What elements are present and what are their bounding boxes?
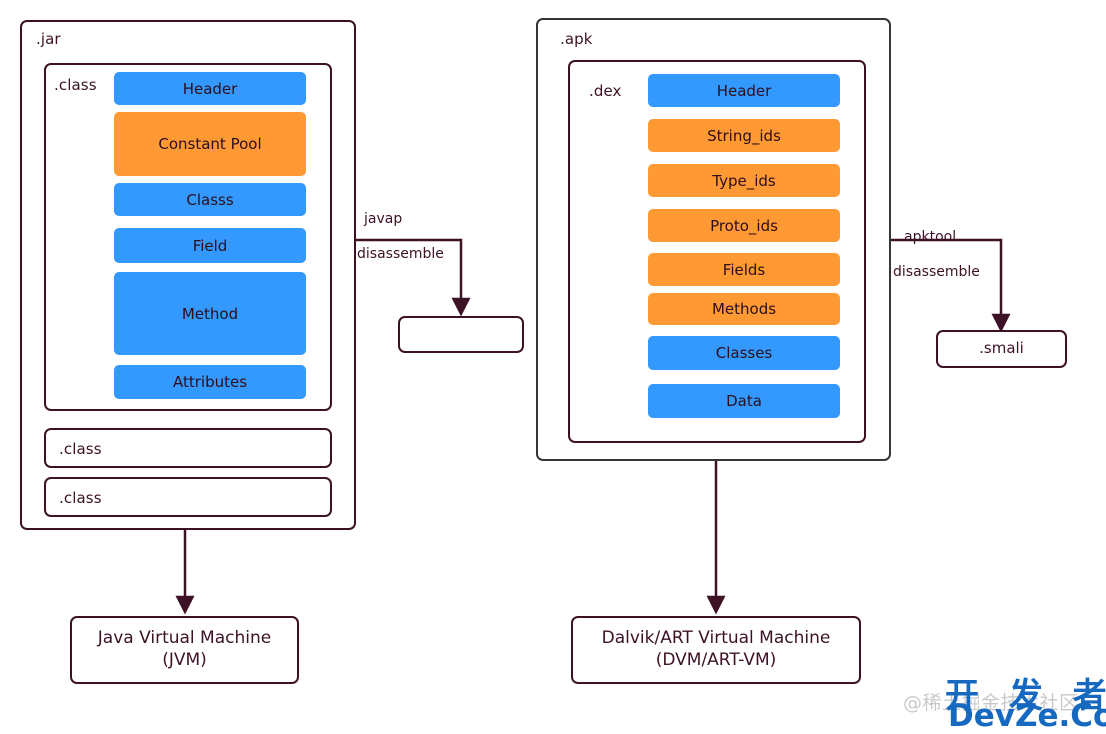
apktool-tool-label: apktool bbox=[904, 229, 957, 245]
apktool-action-label: disassemble bbox=[893, 264, 980, 280]
dex-segment-data: Data bbox=[648, 384, 840, 418]
jvm-box: Java Virtual Machine (JVM) bbox=[70, 616, 299, 684]
dex-segment-header: Header bbox=[648, 74, 840, 107]
dex-segment-classes: Classes bbox=[648, 336, 840, 370]
jar-label: .jar bbox=[36, 30, 61, 48]
dex-segment-methods: Methods bbox=[648, 293, 840, 325]
class-segment-header: Header bbox=[114, 72, 306, 105]
class-segment-constant-pool: Constant Pool bbox=[114, 112, 306, 176]
dvm-line-1: Dalvik/ART Virtual Machine bbox=[601, 628, 831, 649]
dex-label: .dex bbox=[589, 82, 622, 100]
jar-extra-class-2-label: .class bbox=[59, 489, 102, 507]
class-segment-classs: Classs bbox=[114, 183, 306, 216]
javap-action-label: disassemble bbox=[357, 246, 444, 262]
javap-tool-label: javap bbox=[364, 211, 403, 227]
apk-label: .apk bbox=[560, 30, 593, 48]
javap-output-box bbox=[398, 316, 524, 353]
dvm-line-2: (DVM/ART-VM) bbox=[655, 650, 777, 670]
jvm-line-1: Java Virtual Machine bbox=[97, 628, 272, 649]
jvm-line-2: (JVM) bbox=[162, 650, 207, 670]
dex-segment-type-ids: Type_ids bbox=[648, 164, 840, 197]
smali-output-box: .smali bbox=[936, 330, 1067, 368]
dex-segment-proto-ids: Proto_ids bbox=[648, 209, 840, 242]
dex-segment-string-ids: String_ids bbox=[648, 119, 840, 152]
class-label: .class bbox=[54, 76, 97, 94]
dex-segment-fields: Fields bbox=[648, 253, 840, 286]
diagram-canvas: .jar .class Header Constant Pool Classs … bbox=[0, 0, 1106, 734]
dvm-box: Dalvik/ART Virtual Machine (DVM/ART-VM) bbox=[571, 616, 861, 684]
class-segment-method: Method bbox=[114, 272, 306, 355]
class-segment-field: Field bbox=[114, 228, 306, 263]
jar-extra-class-1-label: .class bbox=[59, 440, 102, 458]
class-segment-attributes: Attributes bbox=[114, 365, 306, 399]
